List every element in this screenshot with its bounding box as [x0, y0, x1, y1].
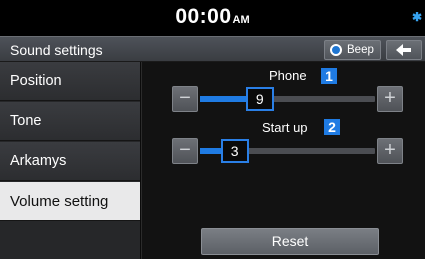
sidebar-item-arkamys[interactable]: Arkamys [0, 142, 140, 181]
clock: 00:00AM [0, 5, 425, 29]
minus-icon: − [179, 87, 191, 109]
reset-button[interactable]: Reset [201, 228, 379, 255]
startup-volume-decrease-button[interactable]: − [172, 138, 198, 164]
phone-volume-slider[interactable] [200, 96, 375, 102]
volume-settings-panel: Phone 1 − 9 + Start up 2 − 3 + Reset [141, 62, 425, 259]
status-bar: 00:00AM ✱ [0, 0, 425, 36]
sidebar-item-tone[interactable]: Tone [0, 102, 140, 141]
startup-number-badge: 2 [324, 119, 340, 135]
plus-icon: + [384, 87, 396, 109]
back-arrow-icon [396, 44, 411, 56]
beep-toggle-button[interactable]: Beep [324, 40, 381, 60]
back-button[interactable] [386, 40, 422, 60]
sidebar-item-label: Tone [10, 113, 42, 129]
beep-label: Beep [347, 44, 374, 56]
status-icons: ✱ [409, 10, 425, 26]
sidebar-item-label: Position [10, 73, 62, 89]
minus-icon: − [179, 139, 191, 161]
beep-radio-icon [330, 44, 342, 56]
title-bar: Sound settings Beep [0, 36, 425, 62]
phone-volume-label: Phone [269, 68, 307, 83]
bluetooth-icon: ✱ [412, 10, 423, 24]
phone-volume-fill [200, 96, 246, 102]
sidebar-item-label: Arkamys [10, 153, 67, 169]
startup-volume-increase-button[interactable]: + [377, 138, 403, 164]
startup-volume-fill [200, 148, 221, 154]
sidebar-item-position[interactable]: Position [0, 62, 140, 101]
sidebar: Position Tone Arkamys Volume setting [0, 62, 140, 259]
sidebar-item-label: Volume setting [10, 193, 109, 210]
clock-ampm: AM [232, 14, 250, 26]
phone-number-badge: 1 [321, 68, 337, 84]
divider [141, 62, 142, 259]
phone-volume-decrease-button[interactable]: − [172, 86, 198, 112]
clock-time: 00:00 [175, 5, 232, 28]
phone-volume-value[interactable]: 9 [245, 87, 274, 111]
head-unit-screen: 00:00AM ✱ Sound settings Beep Position T… [0, 0, 425, 259]
page-title: Sound settings [10, 42, 103, 58]
startup-volume-label: Start up [262, 120, 308, 135]
phone-volume-increase-button[interactable]: + [377, 86, 403, 112]
plus-icon: + [384, 139, 396, 161]
startup-volume-value[interactable]: 3 [220, 139, 249, 163]
sidebar-item-volume-setting[interactable]: Volume setting [0, 182, 140, 221]
